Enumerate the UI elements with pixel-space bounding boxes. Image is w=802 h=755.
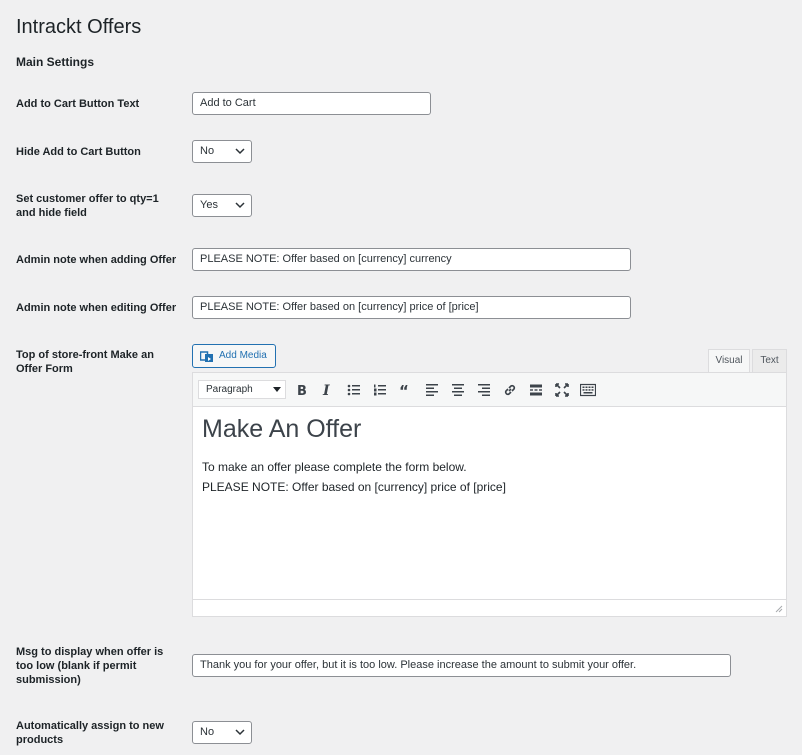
auto-assign-label: Automatically assign to new products	[16, 719, 176, 747]
top-form-label-line2: Offer Form	[16, 363, 73, 375]
msg-too-low-label-line3: submission)	[16, 674, 81, 686]
tab-visual[interactable]: Visual	[708, 349, 750, 372]
italic-icon[interactable]: I	[318, 381, 336, 399]
qty-one-label-line2: and hide field	[16, 207, 87, 219]
media-icon	[200, 351, 213, 362]
add-media-label: Add Media	[219, 350, 267, 361]
qty-one-value: Yes	[200, 199, 218, 211]
top-form-label: Top of store-front Make an Offer Form	[16, 348, 176, 376]
qty-one-select[interactable]: Yes	[192, 194, 252, 217]
fullscreen-icon[interactable]	[553, 381, 571, 399]
bullet-list-icon[interactable]	[345, 381, 363, 399]
page-title: Intrackt Offers	[16, 16, 142, 38]
auto-assign-value: No	[200, 726, 215, 738]
format-select-value: Paragraph	[206, 384, 253, 395]
align-right-icon[interactable]	[475, 381, 493, 399]
add-media-button[interactable]: Add Media	[192, 344, 276, 368]
blockquote-icon[interactable]: “	[397, 381, 415, 399]
dropdown-arrow-icon	[273, 387, 281, 392]
hide-add-to-cart-select[interactable]: No	[192, 140, 252, 163]
numbered-list-icon[interactable]	[371, 381, 389, 399]
msg-too-low-label-line1: Msg to display when offer is	[16, 646, 164, 658]
admin-note-editing-input[interactable]: PLEASE NOTE: Offer based on [currency] p…	[192, 296, 631, 319]
format-select[interactable]: Paragraph	[198, 380, 286, 399]
hide-add-to-cart-value: No	[200, 145, 215, 157]
admin-note-adding-label: Admin note when adding Offer	[16, 254, 177, 266]
section-title-main-settings: Main Settings	[16, 55, 95, 69]
tab-text[interactable]: Text	[752, 349, 787, 372]
editor-status-bar	[193, 599, 786, 616]
editor-content[interactable]: Make An Offer To make an offer please co…	[202, 413, 777, 497]
admin-note-editing-label: Admin note when editing Offer	[16, 302, 177, 314]
toolbar-toggle-icon[interactable]	[579, 381, 597, 399]
content-line-1: To make an offer please complete the for…	[202, 460, 467, 474]
align-left-icon[interactable]	[423, 381, 441, 399]
editor-toolbar: Paragraph B I “	[193, 373, 786, 407]
chevron-down-icon	[235, 729, 245, 736]
admin-note-adding-input[interactable]: PLEASE NOTE: Offer based on [currency] c…	[192, 248, 631, 271]
msg-too-low-input[interactable]: Thank you for your offer, but it is too …	[192, 654, 731, 677]
qty-one-label: Set customer offer to qty=1 and hide fie…	[16, 192, 176, 220]
bold-icon[interactable]: B	[293, 381, 311, 399]
svg-text:I: I	[322, 383, 330, 397]
auto-assign-label-line2: products	[16, 734, 64, 746]
msg-too-low-label: Msg to display when offer is too low (bl…	[16, 645, 176, 687]
read-more-icon[interactable]	[527, 381, 545, 399]
link-icon[interactable]	[501, 381, 519, 399]
qty-one-label-line1: Set customer offer to qty=1	[16, 193, 159, 205]
msg-too-low-label-line2: too low (blank if permit	[16, 660, 137, 672]
content-line-2: PLEASE NOTE: Offer based on [currency] p…	[202, 480, 506, 494]
auto-assign-label-line1: Automatically assign to new	[16, 720, 164, 732]
content-heading: Make An Offer	[202, 415, 362, 443]
hide-add-to-cart-label: Hide Add to Cart Button	[16, 146, 141, 158]
top-form-label-line1: Top of store-front Make an	[16, 349, 154, 361]
resize-handle-icon[interactable]	[775, 605, 783, 613]
align-center-icon[interactable]	[449, 381, 467, 399]
add-to-cart-text-input[interactable]: Add to Cart	[192, 92, 431, 115]
editor-frame: Paragraph B I “ Make An Offer To make an…	[192, 372, 787, 617]
chevron-down-icon	[235, 148, 245, 155]
chevron-down-icon	[235, 202, 245, 209]
add-to-cart-text-label: Add to Cart Button Text	[16, 98, 140, 110]
auto-assign-select[interactable]: No	[192, 721, 252, 744]
svg-text:“: “	[399, 383, 409, 397]
svg-text:B: B	[297, 384, 307, 397]
